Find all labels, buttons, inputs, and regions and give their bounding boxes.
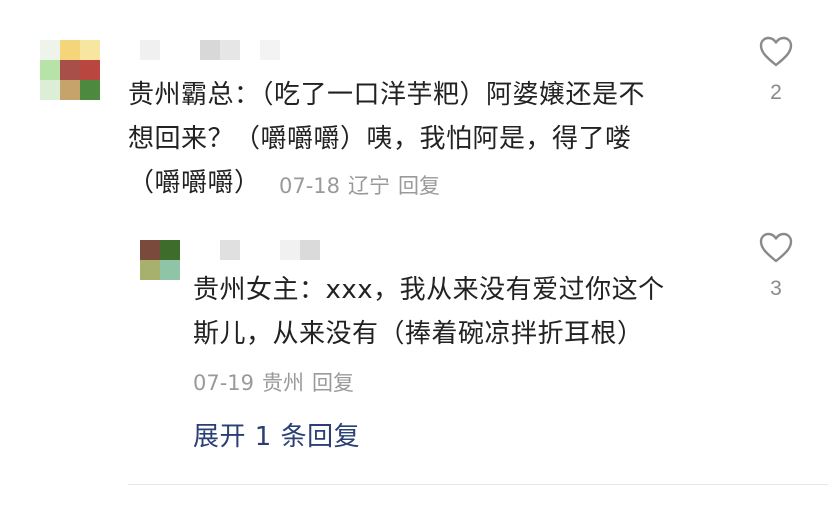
username[interactable] [140,40,280,60]
heart-outline-icon [759,232,793,263]
avatar[interactable] [40,40,100,102]
divider [128,484,828,485]
reply-username[interactable] [200,240,320,260]
expand-replies-link[interactable]: 展开 1 条回复 [193,416,360,453]
reply-like-button[interactable]: 3 [756,232,796,301]
like-count: 2 [770,81,782,104]
reply-meta: 07-19 贵州 回复 [193,367,354,397]
reply-reply-button[interactable]: 回复 [312,371,354,395]
heart-outline-icon [759,36,793,67]
reply-like-count: 3 [770,277,782,300]
comment-location: 辽宁 [348,174,391,198]
comment-date: 07-18 [279,174,341,198]
reply-location: 贵州 [262,371,305,395]
comment-meta: 07-18 辽宁 回复 [279,170,440,200]
reply-button[interactable]: 回复 [398,174,440,198]
reply-avatar[interactable] [140,240,180,280]
reply-date: 07-19 [193,371,255,395]
like-button[interactable]: 2 [756,36,796,105]
reply-text: 贵州女主：xxx，我从来没有爱过你这个 斯儿，从来没有（捧着碗凉拌折耳根） [193,275,665,349]
